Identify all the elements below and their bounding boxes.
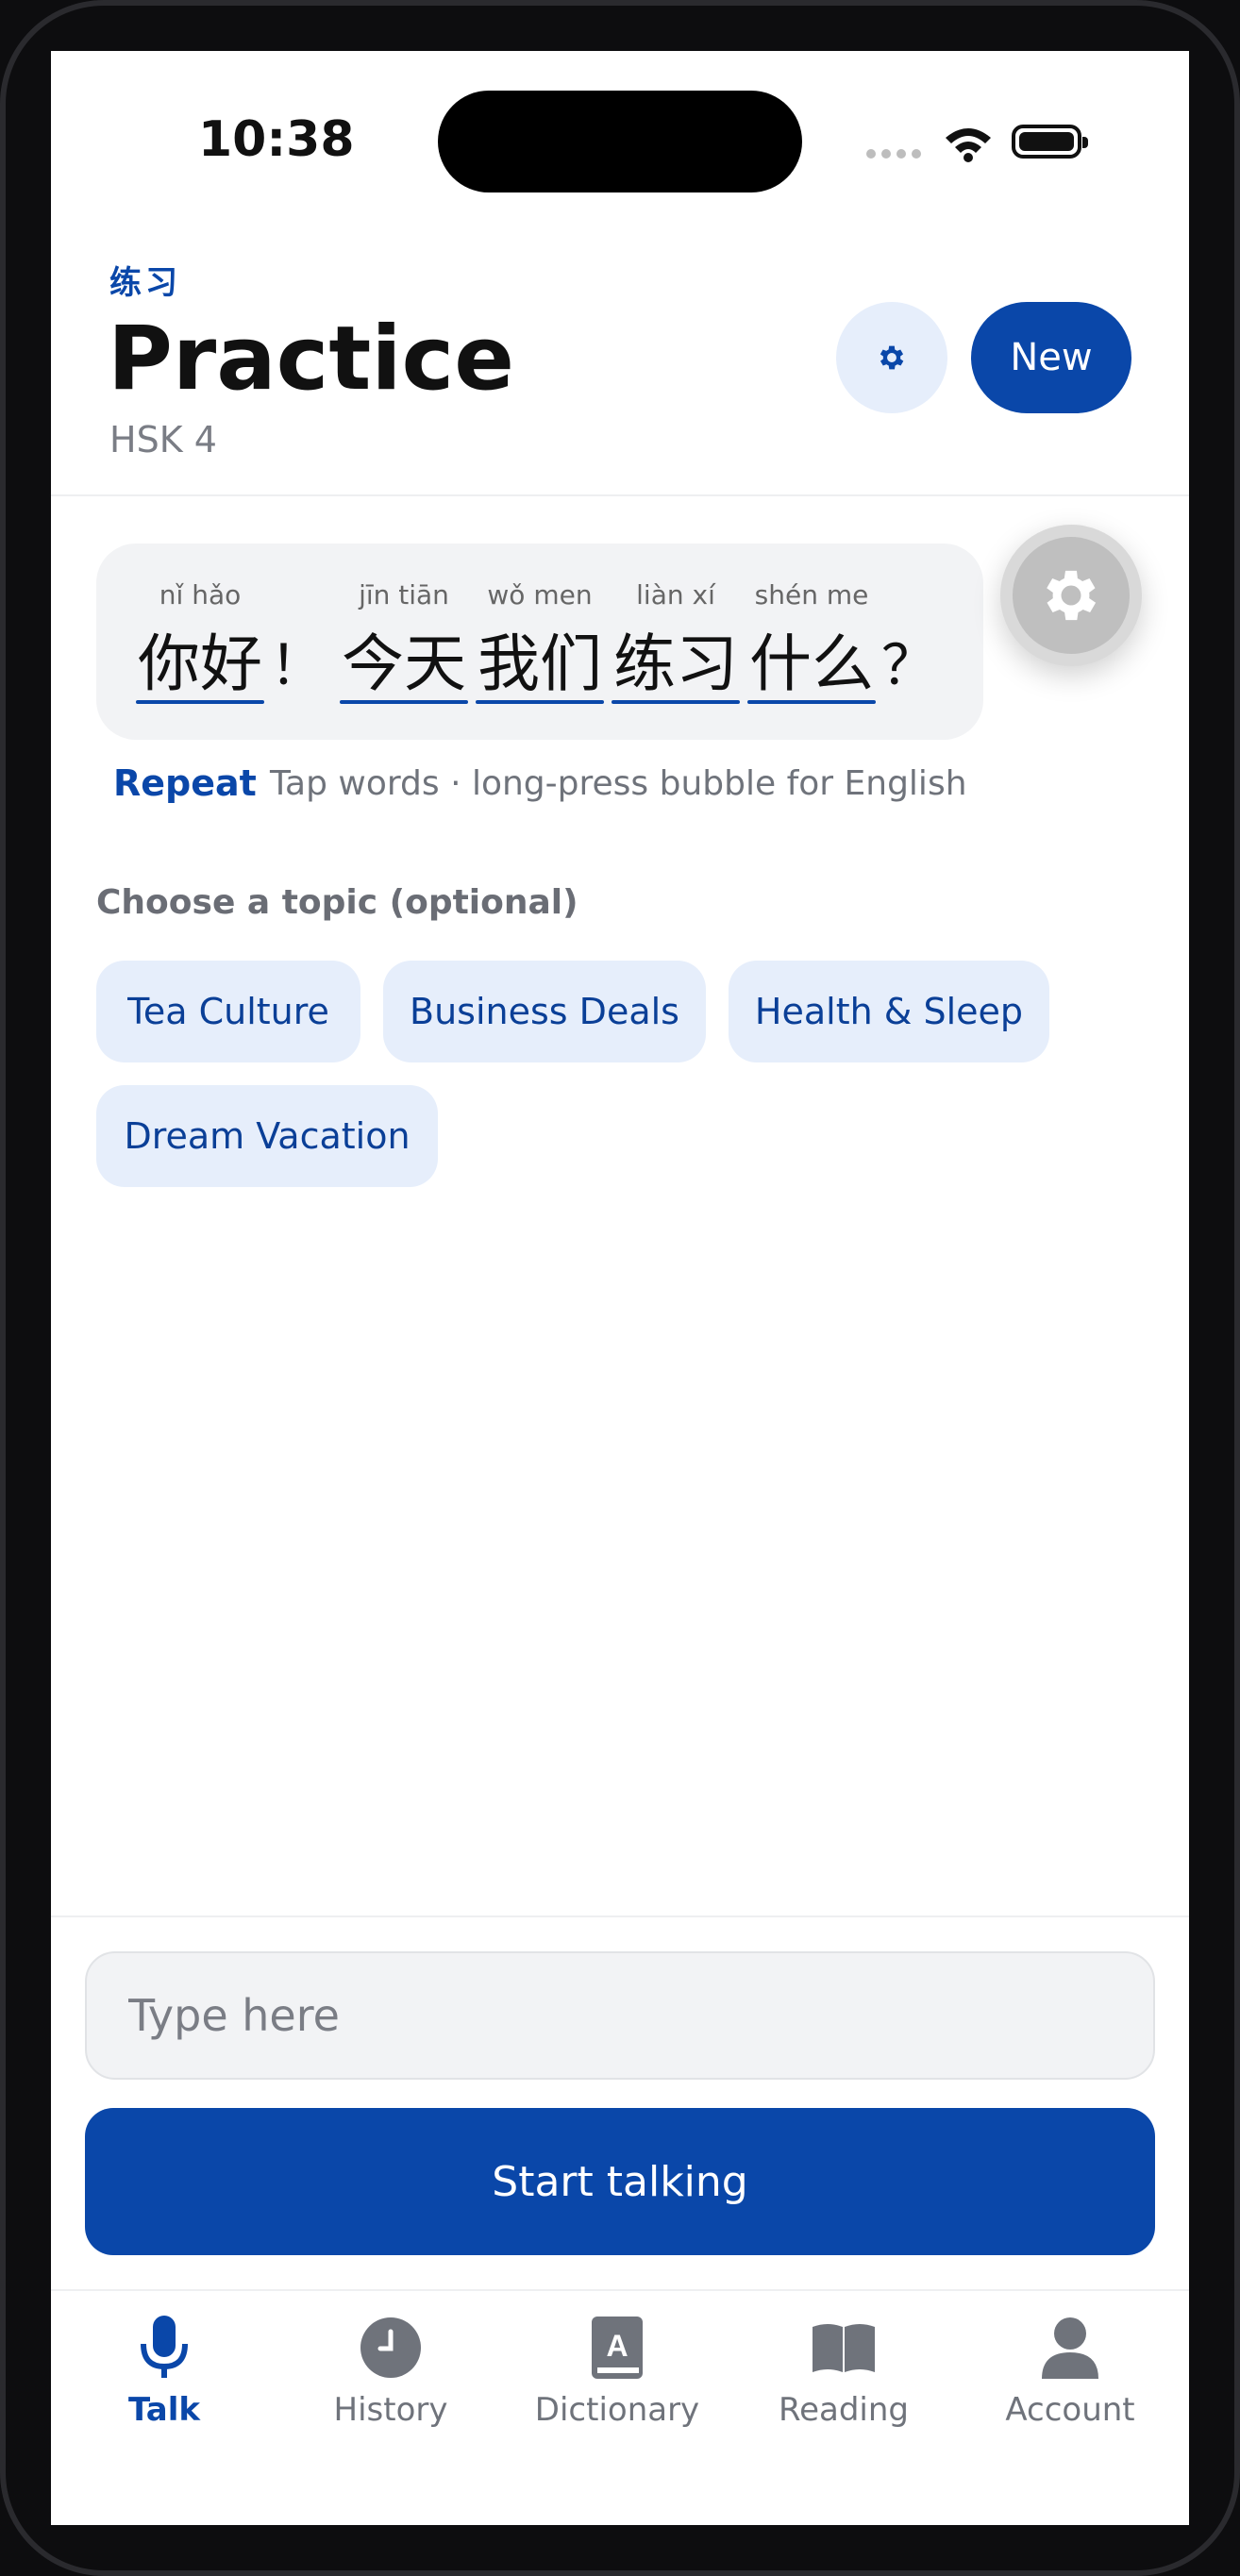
mic-icon bbox=[141, 2316, 188, 2378]
topic-chip-tea-culture[interactable]: Tea Culture bbox=[96, 961, 360, 1062]
pinyin: jīn tiān bbox=[359, 579, 449, 611]
pinyin: liàn xí bbox=[636, 579, 715, 611]
tab-bar-divider bbox=[51, 2289, 1189, 2291]
composer-divider bbox=[51, 1915, 1189, 1917]
pinyin: shén me bbox=[754, 579, 869, 611]
tab-account[interactable]: Account bbox=[966, 2310, 1174, 2429]
tab-reading[interactable]: Reading bbox=[740, 2310, 947, 2429]
device-frame: 10:38 练习 Practice HSK 4 New nǐ hǎo 你好 ！ … bbox=[0, 0, 1240, 2576]
punctuation: ？ bbox=[881, 633, 937, 697]
tab-label: Account bbox=[1005, 2391, 1135, 2429]
tab-talk[interactable]: Talk bbox=[60, 2310, 268, 2429]
tab-label: Reading bbox=[778, 2391, 909, 2429]
topic-chip-health-sleep[interactable]: Health & Sleep bbox=[729, 961, 1049, 1062]
pinyin: wǒ men bbox=[487, 579, 593, 611]
tab-label: Talk bbox=[127, 2391, 201, 2429]
wifi-icon bbox=[946, 128, 991, 162]
hanzi: 你好 bbox=[138, 627, 262, 700]
hanzi: 什么 bbox=[749, 627, 874, 700]
message-input[interactable] bbox=[85, 1951, 1155, 2080]
hsk-level: HSK 4 bbox=[109, 419, 217, 460]
hanzi: 今天 bbox=[342, 627, 466, 700]
punctuation: ！ bbox=[270, 633, 326, 697]
word-underline bbox=[476, 700, 604, 704]
pinyin: nǐ hǎo bbox=[159, 579, 242, 611]
topic-chip-dream-vacation[interactable]: Dream Vacation bbox=[96, 1085, 438, 1187]
header-divider bbox=[51, 494, 1189, 496]
topic-heading: Choose a topic (optional) bbox=[96, 883, 578, 922]
battery-icon bbox=[1012, 125, 1088, 159]
tab-label: History bbox=[333, 2391, 448, 2429]
word-underline bbox=[747, 700, 876, 704]
word-underline bbox=[340, 700, 468, 704]
gear-icon bbox=[1047, 570, 1097, 621]
topic-chip-business-deals[interactable]: Business Deals bbox=[383, 961, 706, 1062]
chinese-section-label: 练习 bbox=[109, 264, 181, 302]
word-underline bbox=[612, 700, 740, 704]
status-time: 10:38 bbox=[198, 111, 355, 168]
person-icon bbox=[1042, 2317, 1098, 2379]
start-talking-button[interactable]: Start talking bbox=[85, 2108, 1155, 2255]
sentence-bubble[interactable]: nǐ hǎo 你好 ！ jīn tiān 今天 wǒ men 我们 liàn x… bbox=[96, 544, 983, 740]
floating-settings-button[interactable] bbox=[1000, 525, 1142, 666]
book-icon bbox=[813, 2324, 875, 2372]
tab-history[interactable]: History bbox=[287, 2310, 494, 2429]
tab-label: Dictionary bbox=[534, 2391, 700, 2429]
new-conversation-button[interactable]: New bbox=[971, 302, 1131, 413]
hanzi: 练习 bbox=[613, 627, 738, 700]
page-title: Practice bbox=[108, 308, 515, 410]
settings-button[interactable] bbox=[836, 302, 947, 413]
hanzi: 我们 bbox=[478, 627, 602, 700]
dictionary-icon: A bbox=[592, 2317, 643, 2379]
app-screen: 10:38 练习 Practice HSK 4 New nǐ hǎo 你好 ！ … bbox=[51, 51, 1189, 2525]
svg-text:A: A bbox=[606, 2329, 628, 2363]
cellular-signal-icon bbox=[866, 149, 921, 159]
word-underline bbox=[136, 700, 264, 704]
gear-icon bbox=[880, 345, 904, 370]
tab-dictionary[interactable]: A Dictionary bbox=[513, 2310, 721, 2429]
clock-icon bbox=[360, 2317, 421, 2378]
repeat-button[interactable]: Repeat bbox=[113, 762, 257, 804]
dynamic-island bbox=[438, 91, 802, 192]
instruction-hint: Tap words · long-press bubble for Englis… bbox=[270, 764, 967, 803]
